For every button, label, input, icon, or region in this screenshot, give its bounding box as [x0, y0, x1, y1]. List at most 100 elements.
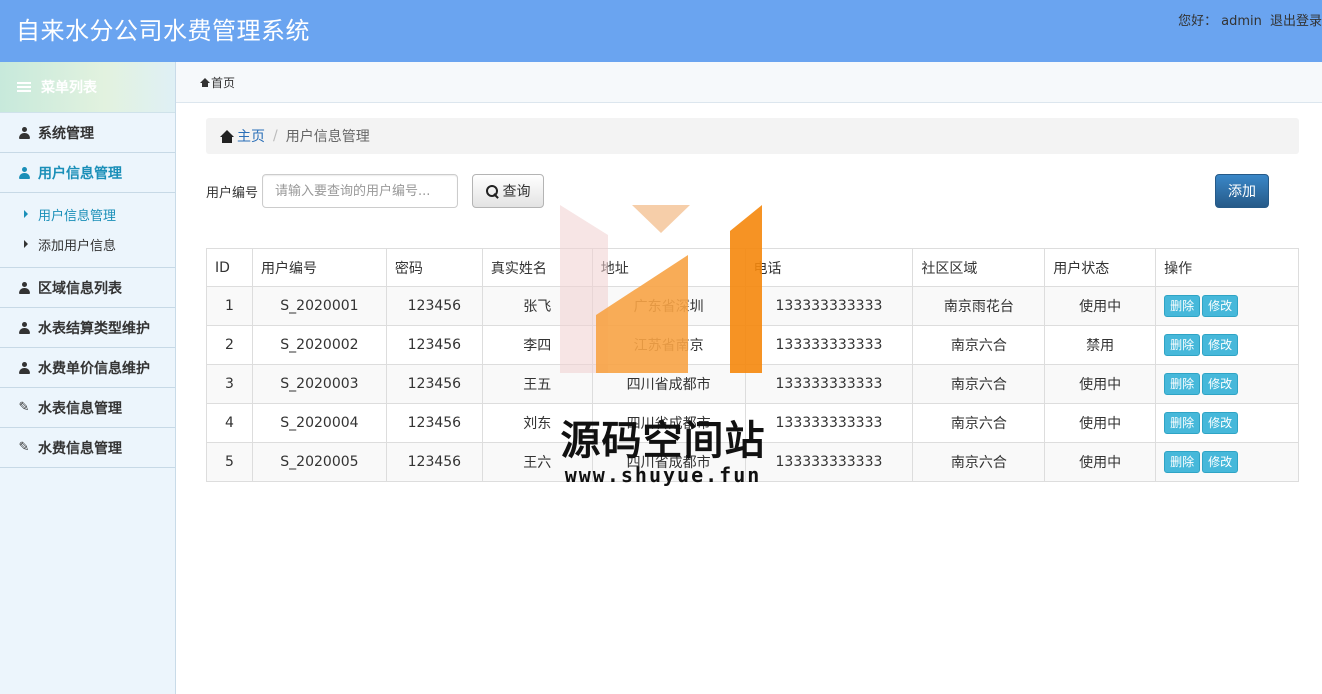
table-cell: 四川省成都市 [591, 442, 746, 482]
table-row: 2 S_2020002 123456 李四 江苏省南京 133333333333 南京六合禁… [206, 325, 1299, 365]
user-icon [18, 321, 30, 334]
sidebar-item-label: 水表结算类型维护 [38, 320, 150, 337]
sidebar-item-meter-info[interactable]: ✎ 水表信息管理 [0, 388, 175, 428]
home-icon [220, 129, 234, 143]
home-icon [200, 77, 210, 87]
table-cell: 123456 [385, 364, 483, 404]
table-cell: 刘东 [481, 403, 593, 443]
breadcrumb-separator: / [273, 128, 278, 144]
query-button[interactable]: 查询 [472, 174, 544, 208]
query-button-label: 查询 [502, 184, 531, 200]
sidebar-item-fee-info[interactable]: ✎ 水费信息管理 [0, 428, 175, 468]
home-tab[interactable]: 首页 [211, 74, 235, 91]
table-header-row: ID 用户编号 密码 真实姓名 地址 电话 社区区域 用户状态 操作 [206, 248, 1299, 287]
table-cell: 2 [206, 325, 253, 365]
column-header: 操作 [1155, 248, 1299, 287]
sidebar-item-label: 区域信息列表 [38, 280, 122, 297]
table-cell: 1 [206, 286, 253, 326]
table-cell: S_2020001 [251, 286, 387, 326]
search-input[interactable] [262, 174, 458, 208]
column-header: 用户状态 [1044, 248, 1157, 287]
edit-button[interactable]: 修改 [1202, 295, 1239, 317]
table-cell: 使用中 [1044, 403, 1157, 443]
table-cell: 禁用 [1044, 325, 1157, 365]
row-actions: 删除 修改 [1155, 442, 1299, 482]
table-cell: 133333333333 [744, 286, 914, 326]
sidebar-item-label: 水费单价信息维护 [38, 360, 150, 377]
table-cell: 使用中 [1044, 364, 1157, 404]
table-cell: 133333333333 [744, 364, 914, 404]
table-cell: S_2020004 [251, 403, 387, 443]
row-actions: 删除 修改 [1155, 403, 1299, 443]
column-header: 地址 [591, 248, 746, 287]
edit-icon: ✎ [18, 400, 30, 415]
column-header: 电话 [744, 248, 914, 287]
sidebar-item-meter-settlement[interactable]: 水表结算类型维护 [0, 308, 175, 348]
sidebar-item-label: 系统管理 [38, 125, 94, 142]
add-button[interactable]: 添加 [1215, 174, 1269, 208]
table-cell: 四川省成都市 [591, 364, 746, 404]
breadcrumb-current: 用户信息管理 [285, 129, 370, 145]
table-cell: 3 [206, 364, 253, 404]
sidebar-item-label: 水费信息管理 [38, 440, 122, 457]
submenu-item-label: 添加用户信息 [38, 238, 117, 254]
greeting-text: 您好： [1178, 14, 1218, 29]
table-cell: 133333333333 [744, 403, 914, 443]
app-header: 自来水分公司水费管理系统 您好： admin 退出登录 [0, 0, 1322, 62]
delete-button[interactable]: 删除 [1164, 412, 1201, 434]
edit-button[interactable]: 修改 [1202, 373, 1239, 395]
edit-button[interactable]: 修改 [1202, 334, 1239, 356]
column-header: 真实姓名 [481, 248, 593, 287]
submenu-item-user-info[interactable]: 用户信息管理 [0, 199, 175, 229]
caret-right-icon [24, 240, 28, 248]
table-cell: 王五 [481, 364, 593, 404]
sidebar-item-area-list[interactable]: 区域信息列表 [0, 268, 175, 308]
delete-button[interactable]: 删除 [1164, 334, 1201, 356]
delete-button[interactable]: 删除 [1164, 295, 1201, 317]
breadcrumb-home[interactable]: 主页 [220, 126, 265, 146]
edit-button[interactable]: 修改 [1202, 451, 1239, 473]
menu-heading: 菜单列表 [0, 62, 175, 113]
edit-button[interactable]: 修改 [1202, 412, 1239, 434]
submenu-item-add-user[interactable]: 添加用户信息 [0, 229, 175, 259]
caret-right-icon [24, 210, 28, 218]
table-cell: S_2020003 [251, 364, 387, 404]
column-header: 密码 [385, 248, 483, 287]
table-cell: 王六 [481, 442, 593, 482]
table-cell: 5 [206, 442, 253, 482]
column-header: 用户编号 [251, 248, 387, 287]
sidebar-item-unit-price[interactable]: 水费单价信息维护 [0, 348, 175, 388]
row-actions: 删除 修改 [1155, 364, 1299, 404]
table-row: 1 S_2020001 123456 张飞 广东省深圳 133333333333 南京雨花台… [206, 286, 1299, 326]
user-info-submenu: 用户信息管理 添加用户信息 [0, 193, 175, 268]
breadcrumb-home-label: 主页 [237, 129, 265, 145]
table-cell: S_2020002 [251, 325, 387, 365]
table-row: 5 S_2020005 123456 王六 四川省成都市 133333333333 南京六合… [206, 442, 1299, 482]
user-icon [18, 166, 30, 179]
delete-button[interactable]: 删除 [1164, 451, 1201, 473]
delete-button[interactable]: 删除 [1164, 373, 1201, 395]
table-cell: 133333333333 [744, 442, 914, 482]
menu-heading-label: 菜单列表 [41, 80, 97, 96]
breadcrumb: 主页 / 用户信息管理 [206, 118, 1299, 154]
table-cell: 123456 [385, 286, 483, 326]
username: admin [1221, 14, 1262, 29]
table-cell: 123456 [385, 325, 483, 365]
table-cell: 南京六合 [912, 442, 1046, 482]
table-cell: 使用中 [1044, 442, 1157, 482]
row-actions: 删除 修改 [1155, 325, 1299, 365]
table-cell: 广东省深圳 [591, 286, 746, 326]
sidebar-item-user-info[interactable]: 用户信息管理 [0, 153, 175, 193]
sidebar-item-label: 水表信息管理 [38, 400, 122, 417]
logout-link[interactable]: 退出登录 [1270, 14, 1322, 29]
sidebar: 菜单列表 系统管理 用户信息管理 用户信息管理 添加用户信息 区域信息列表 水表… [0, 62, 176, 694]
sidebar-item-system[interactable]: 系统管理 [0, 113, 175, 153]
table-cell: 123456 [385, 442, 483, 482]
table-cell: 133333333333 [744, 325, 914, 365]
user-icon [18, 281, 30, 294]
user-icon [18, 361, 30, 374]
table-cell: 南京六合 [912, 364, 1046, 404]
table-cell: 张飞 [481, 286, 593, 326]
top-nav: 首页 [176, 62, 1322, 103]
table-cell: 123456 [385, 403, 483, 443]
